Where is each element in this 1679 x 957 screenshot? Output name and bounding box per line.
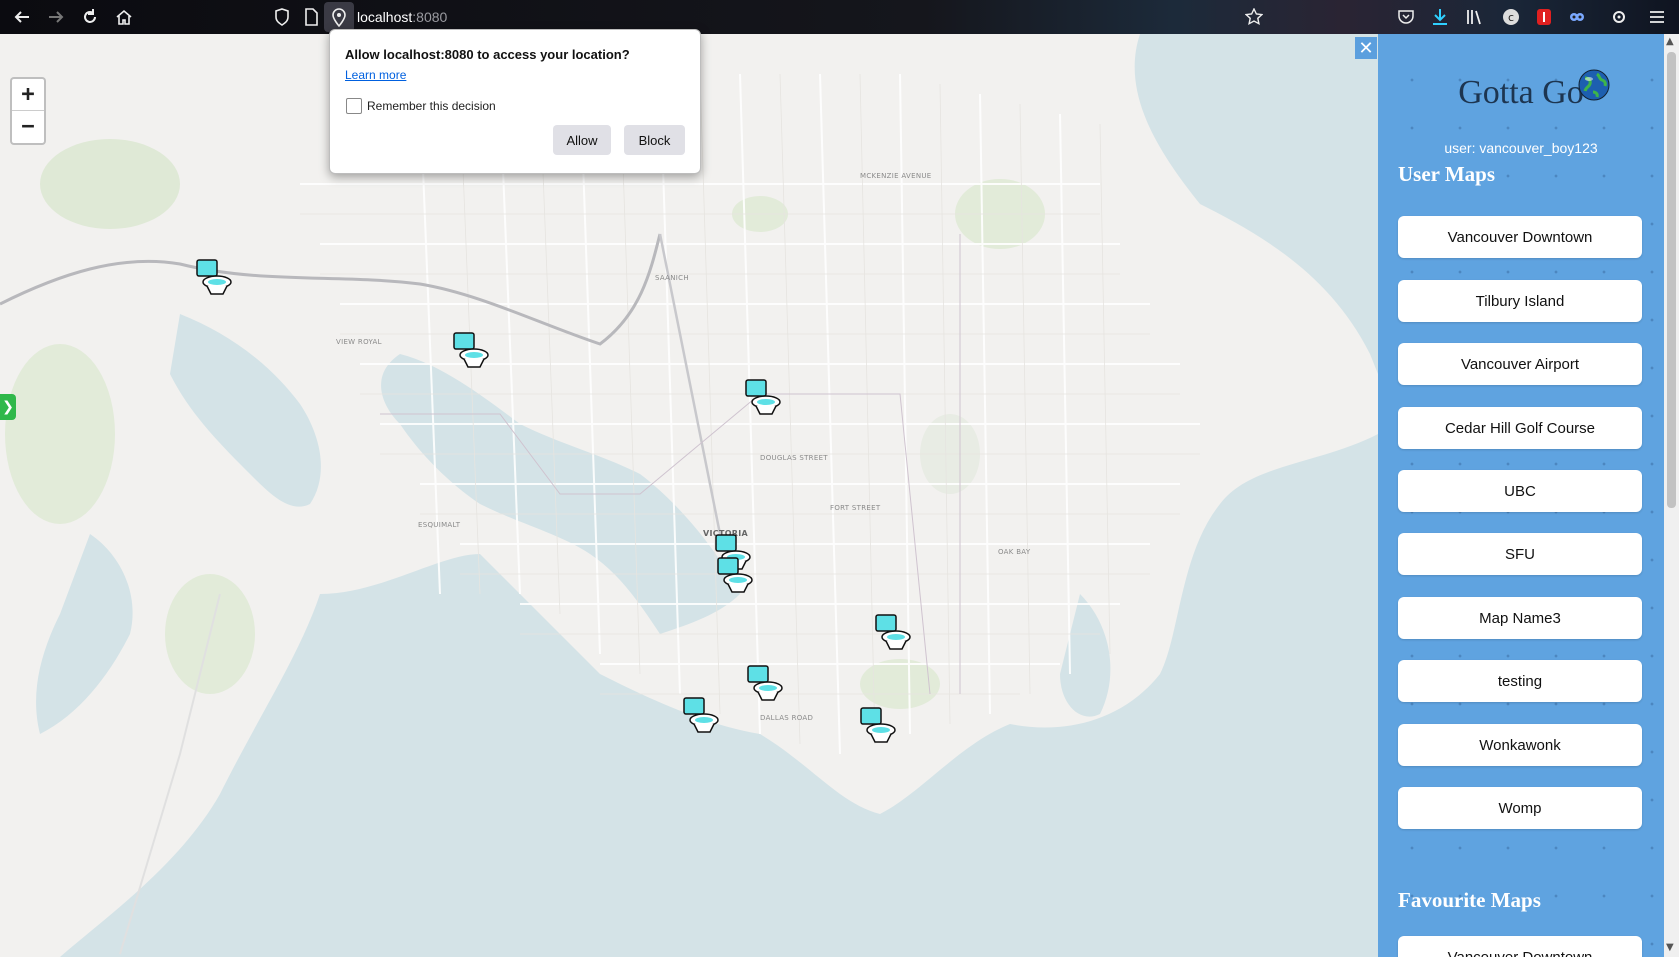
open-left-panel-button[interactable]: ❯ bbox=[0, 394, 16, 420]
user-map-button[interactable]: Vancouver Airport bbox=[1398, 343, 1642, 385]
app-title: Gotta Go bbox=[1458, 74, 1584, 111]
scroll-up-icon[interactable]: ▲ bbox=[1666, 36, 1674, 47]
forward-arrow-icon[interactable] bbox=[42, 3, 70, 31]
learn-more-link[interactable]: Learn more bbox=[345, 68, 406, 82]
brand: Gotta Go bbox=[1378, 74, 1664, 112]
favourite-map-button[interactable]: Vancouver Downtown bbox=[1398, 936, 1642, 957]
extension-gear-icon[interactable] bbox=[1605, 3, 1633, 31]
back-arrow-icon[interactable] bbox=[8, 3, 36, 31]
location-pin-icon[interactable] bbox=[324, 2, 354, 32]
user-map-button[interactable]: Map Name3 bbox=[1398, 597, 1642, 639]
toilet-marker[interactable] bbox=[857, 704, 897, 744]
toilet-marker[interactable] bbox=[714, 554, 754, 594]
browser-toolbar: localhost:8080 c bbox=[0, 0, 1679, 34]
scroll-down-icon[interactable]: ▼ bbox=[1666, 942, 1674, 953]
zoom-out-button[interactable]: − bbox=[12, 111, 44, 142]
toilet-marker[interactable] bbox=[193, 256, 233, 296]
toilet-marker[interactable] bbox=[742, 376, 782, 416]
zoom-in-button[interactable]: + bbox=[12, 79, 44, 111]
extension-red-icon[interactable] bbox=[1530, 3, 1558, 31]
extension-owl-icon[interactable] bbox=[1563, 3, 1591, 31]
toilet-marker[interactable] bbox=[744, 662, 784, 702]
favourite-maps-heading: Favourite Maps bbox=[1398, 888, 1541, 912]
block-button[interactable]: Block bbox=[624, 125, 685, 155]
bookmark-star-icon[interactable] bbox=[1240, 3, 1268, 31]
allow-button[interactable]: Allow bbox=[553, 125, 611, 155]
svg-text:c: c bbox=[1508, 11, 1514, 24]
user-maps-heading: User Maps bbox=[1398, 162, 1496, 186]
screen: localhost:8080 c VICTORIA ESQUIMALT VIE… bbox=[0, 0, 1679, 957]
zoom-control: + − bbox=[10, 77, 46, 145]
map-label-saanich: SAANICH bbox=[655, 274, 689, 282]
user-map-button[interactable]: UBC bbox=[1398, 470, 1642, 512]
toilet-marker[interactable] bbox=[680, 694, 720, 734]
map-label-view-royal: VIEW ROYAL bbox=[336, 338, 382, 346]
url-host: localhost bbox=[357, 9, 413, 25]
menu-icon[interactable] bbox=[1643, 3, 1671, 31]
sidebar-scrollbar[interactable]: ▲ ▼ bbox=[1664, 34, 1679, 957]
shield-icon[interactable] bbox=[268, 3, 296, 31]
download-icon[interactable] bbox=[1426, 3, 1454, 31]
user-map-button[interactable]: Vancouver Downtown bbox=[1398, 216, 1642, 258]
scroll-thumb[interactable] bbox=[1667, 52, 1676, 508]
url-port: :8080 bbox=[412, 9, 448, 25]
user-map-button[interactable]: Womp bbox=[1398, 787, 1642, 829]
user-map-button[interactable]: Wonkawonk bbox=[1398, 724, 1642, 766]
map-label-dallas: DALLAS ROAD bbox=[760, 714, 814, 722]
sidebar: Gotta Go user: vancouver_boy123 User Map… bbox=[1378, 34, 1664, 957]
user-map-button[interactable]: testing bbox=[1398, 660, 1642, 702]
remember-decision-label: Remember this decision bbox=[367, 99, 496, 113]
close-sidebar-button[interactable]: ✕ bbox=[1355, 37, 1377, 59]
url-bar[interactable]: localhost:8080 bbox=[357, 3, 447, 31]
home-icon[interactable] bbox=[110, 3, 138, 31]
user-map-button[interactable]: Tilbury Island bbox=[1398, 280, 1642, 322]
globe-icon bbox=[1577, 68, 1611, 102]
toilet-marker[interactable] bbox=[872, 611, 912, 651]
reload-icon[interactable] bbox=[76, 3, 104, 31]
map-label-mckenzie: MCKENZIE AVENUE bbox=[860, 172, 932, 180]
remember-decision-checkbox[interactable] bbox=[346, 98, 362, 114]
user-map-button[interactable]: Cedar Hill Golf Course bbox=[1398, 407, 1642, 449]
page-icon[interactable] bbox=[297, 3, 325, 31]
pocket-icon[interactable] bbox=[1392, 3, 1420, 31]
permission-question: Allow localhost:8080 to access your loca… bbox=[345, 47, 630, 62]
map-label-fort: FORT STREET bbox=[830, 504, 881, 512]
user-line: user: vancouver_boy123 bbox=[1444, 140, 1598, 156]
user-map-button[interactable]: SFU bbox=[1398, 533, 1642, 575]
map-label-esquimalt: ESQUIMALT bbox=[418, 521, 461, 529]
extension-c-icon[interactable]: c bbox=[1497, 3, 1525, 31]
library-icon[interactable] bbox=[1460, 3, 1488, 31]
map-label-douglas: DOUGLAS STREET bbox=[760, 454, 828, 462]
toilet-marker[interactable] bbox=[450, 329, 490, 369]
location-permission-popup: Allow localhost:8080 to access your loca… bbox=[329, 29, 701, 174]
map-label-oak-bay: OAK BAY bbox=[998, 548, 1031, 556]
